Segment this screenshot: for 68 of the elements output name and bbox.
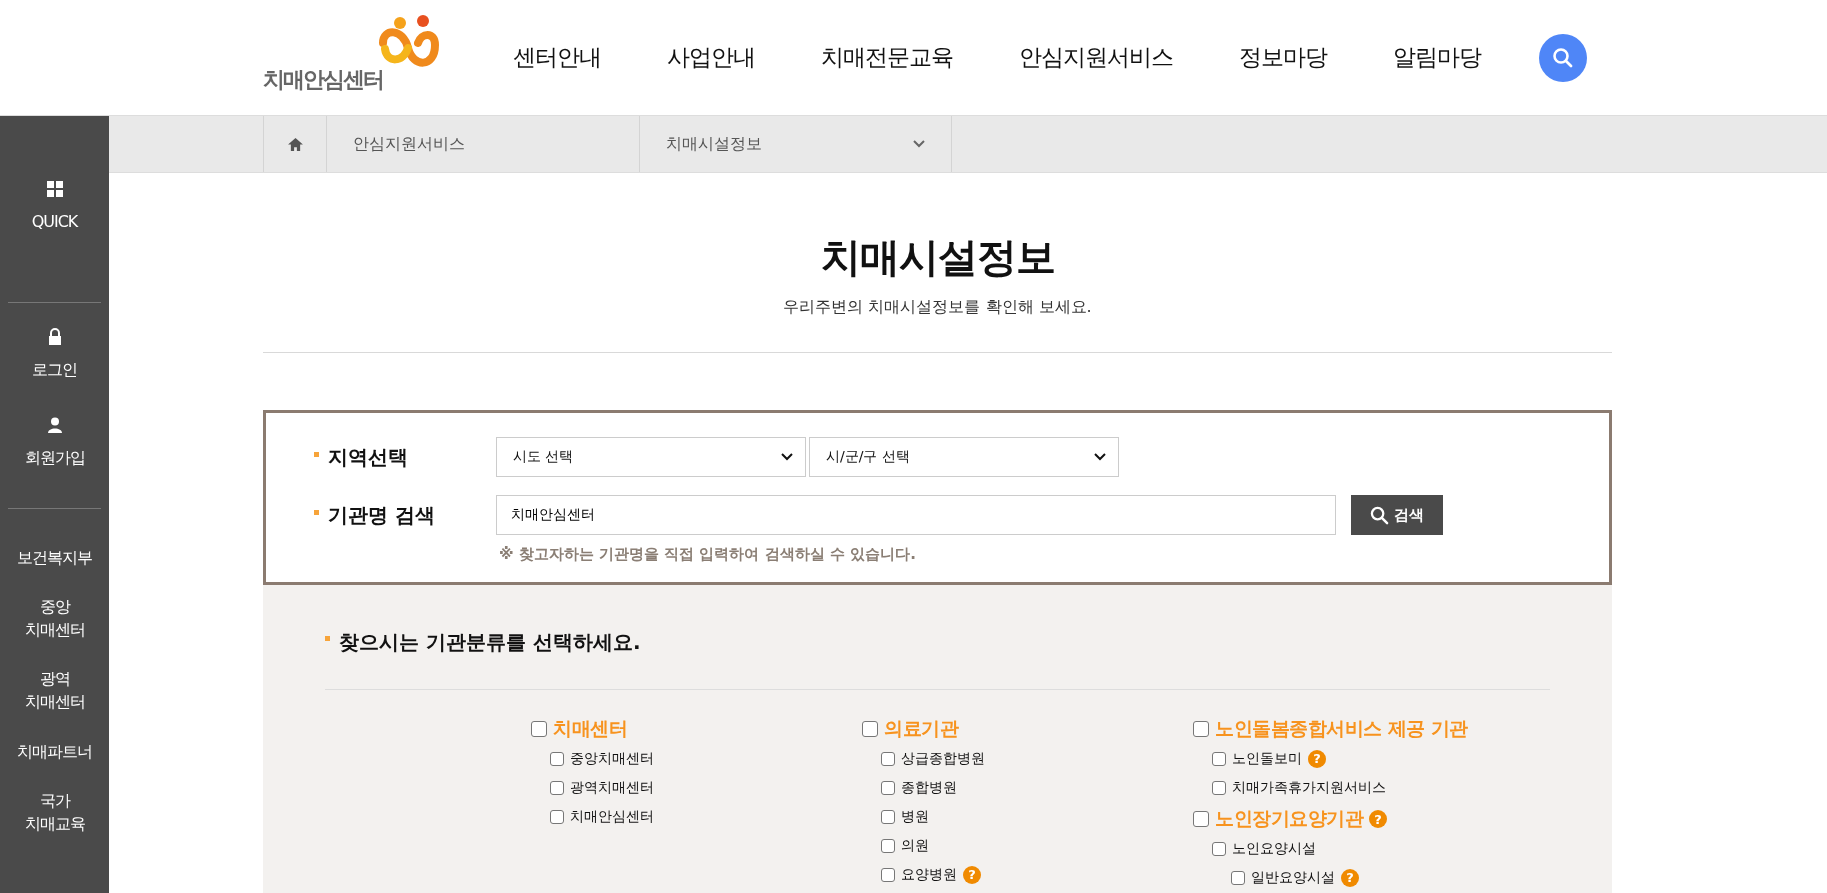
checkbox[interactable] — [881, 809, 895, 824]
nav-link[interactable]: 알림마당 — [1393, 42, 1481, 73]
checkbox[interactable] — [1212, 751, 1226, 766]
option-label: 상급종합병원 — [901, 749, 985, 768]
nav-link[interactable]: 안심지원서비스 — [1019, 42, 1173, 73]
checkbox[interactable] — [550, 751, 564, 766]
option-label: 요양병원 — [901, 865, 957, 884]
checkbox[interactable] — [1231, 870, 1245, 885]
person-icon — [46, 417, 63, 434]
category-label: 치매센터 — [553, 716, 627, 741]
checkbox[interactable] — [881, 838, 895, 853]
logo-text[interactable]: 치매안심센터 — [263, 64, 383, 95]
page-subtitle: 우리주변의 치매시설정보를 확인해 보세요. — [782, 297, 1093, 318]
checkbox[interactable] — [550, 809, 564, 824]
checkbox[interactable] — [862, 721, 878, 737]
search-icon — [1551, 45, 1575, 70]
field-label: 기관명 검색 — [266, 501, 496, 529]
option-label: 노인요양시설 — [1232, 839, 1316, 858]
option-label: 광역치매센터 — [570, 778, 654, 797]
option-label: 일반요양시설 — [1251, 868, 1335, 887]
checkbox[interactable] — [881, 780, 895, 795]
lock-icon — [47, 328, 62, 346]
breadcrumb-item[interactable]: 치매시설정보 — [639, 116, 952, 172]
home-icon — [287, 137, 303, 151]
checkbox[interactable] — [1193, 811, 1209, 827]
nav-link[interactable]: 정보마당 — [1239, 42, 1327, 73]
search-button[interactable]: 검색 — [1351, 495, 1443, 535]
search-icon — [1370, 505, 1389, 525]
sidebar-link[interactable]: 보건복지부 — [17, 545, 92, 569]
select-dropdown[interactable]: 시도 선택 — [496, 437, 806, 477]
chevron-down-icon — [1094, 453, 1106, 461]
chevron-down-icon — [781, 453, 793, 461]
category-label: 노인장기요양기관 — [1215, 806, 1363, 831]
option-label: 치매안심센터 — [570, 807, 654, 826]
category-label: 노인돌봄종합서비스 제공 기관 — [1215, 716, 1468, 741]
grid-icon — [46, 181, 63, 197]
checkbox[interactable] — [1193, 721, 1209, 737]
checkbox[interactable] — [531, 721, 547, 737]
checkbox[interactable] — [1212, 841, 1226, 856]
checkbox[interactable] — [881, 751, 895, 766]
checkbox[interactable] — [881, 867, 895, 882]
hint-text: ※ 찾고자하는 기관명을 직접 입력하여 검색하실 수 있습니다. — [499, 545, 917, 564]
search-button[interactable] — [1539, 33, 1587, 82]
sidebar-link[interactable]: 국가 치매교육 — [24, 788, 85, 836]
sidebar-link[interactable]: 로그인 — [32, 328, 77, 382]
sidebar-link[interactable]: QUICK — [31, 181, 78, 234]
option-label: 노인돌보미 — [1232, 749, 1302, 768]
option-label: 치매가족휴가지원서비스 — [1232, 778, 1386, 797]
option-label: 병원 — [901, 807, 929, 826]
select-dropdown[interactable]: 시/군/구 선택 — [809, 437, 1119, 477]
sidebar-link[interactable]: 치매파트너 — [17, 739, 92, 763]
sidebar-link[interactable]: 회원가입 — [24, 417, 85, 470]
nav-link[interactable]: 사업안내 — [667, 42, 755, 73]
field-label: 지역선택 — [266, 443, 496, 471]
nav-link[interactable]: 치매전문교육 — [821, 42, 953, 73]
option-label: 의원 — [901, 836, 929, 855]
checkbox[interactable] — [550, 780, 564, 795]
option-label: 중앙치매센터 — [570, 749, 654, 768]
page-title: 치매시설정보 — [819, 233, 1056, 282]
option-label: 종합병원 — [901, 778, 957, 797]
category-label: 의료기관 — [884, 716, 958, 741]
checkbox[interactable] — [1212, 780, 1226, 795]
section-heading: 찾으시는 기관분류를 선택하세요. — [325, 629, 1550, 656]
nav-link[interactable]: 센터안내 — [513, 42, 601, 73]
breadcrumb-item[interactable]: 안심지원서비스 — [326, 116, 639, 172]
sidebar-link[interactable]: 중앙 치매센터 — [24, 594, 85, 642]
sidebar-link[interactable]: 광역 치매센터 — [24, 667, 85, 714]
input-field[interactable]: 치매안심센터 — [496, 495, 1336, 535]
